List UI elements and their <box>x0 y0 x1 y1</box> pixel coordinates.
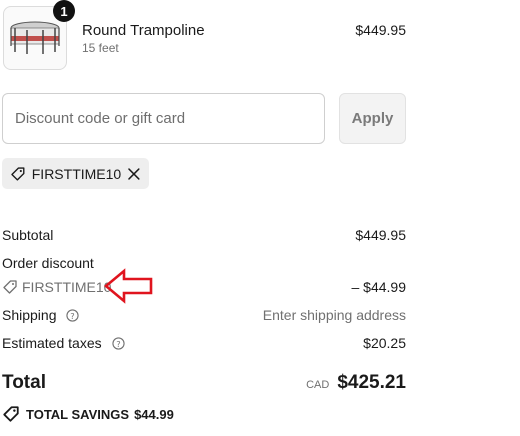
savings-value: $44.99 <box>134 406 174 422</box>
product-thumbnail: 1 <box>3 0 75 70</box>
savings-label: TOTAL SAVINGS <box>26 406 130 422</box>
applied-code-label: FIRSTTIME10 <box>31 165 122 182</box>
order-summary: 1 Round Trampoline 15 feet $449.95 Apply… <box>0 0 520 436</box>
taxes-label-row: Estimated taxes ? <box>2 335 125 351</box>
shipping-value: Enter shipping address <box>262 307 406 323</box>
product-price: $449.95 <box>355 22 406 38</box>
discount-code-line: FIRSTTIME10 <box>2 279 111 295</box>
tag-icon <box>3 280 17 294</box>
product-name: Round Trampoline <box>82 22 205 39</box>
tag-icon <box>3 406 19 422</box>
total-amount-group: CAD $425.21 <box>306 372 406 394</box>
annotation-arrow-icon <box>104 268 153 304</box>
apply-button[interactable]: Apply <box>339 93 406 144</box>
currency-code: CAD <box>306 379 330 391</box>
subtotal-value: $449.95 <box>355 227 406 243</box>
total-amount: $425.21 <box>337 372 406 393</box>
discount-value: – $44.99 <box>351 279 407 295</box>
info-icon[interactable]: ? <box>66 309 80 322</box>
svg-text:?: ? <box>71 311 75 321</box>
total-savings: TOTAL SAVINGS $44.99 <box>2 405 174 423</box>
discount-code-input[interactable] <box>2 93 325 144</box>
subtotal-label: Subtotal <box>2 227 54 243</box>
info-icon[interactable]: ? <box>111 337 125 350</box>
close-icon[interactable] <box>127 167 141 181</box>
applied-discount-chip: FIRSTTIME10 <box>2 158 149 189</box>
discount-code-text: FIRSTTIME10 <box>22 279 112 295</box>
shipping-label-row: Shipping ? <box>2 307 80 323</box>
quantity-badge: 1 <box>53 0 75 22</box>
shipping-label: Shipping <box>2 307 57 323</box>
tag-icon <box>11 166 25 181</box>
product-variant: 15 feet <box>82 41 119 55</box>
total-label: Total <box>2 372 46 393</box>
taxes-value: $20.25 <box>363 335 406 351</box>
taxes-label: Estimated taxes <box>2 335 102 351</box>
order-discount-label: Order discount <box>2 255 94 271</box>
svg-text:?: ? <box>116 339 120 349</box>
